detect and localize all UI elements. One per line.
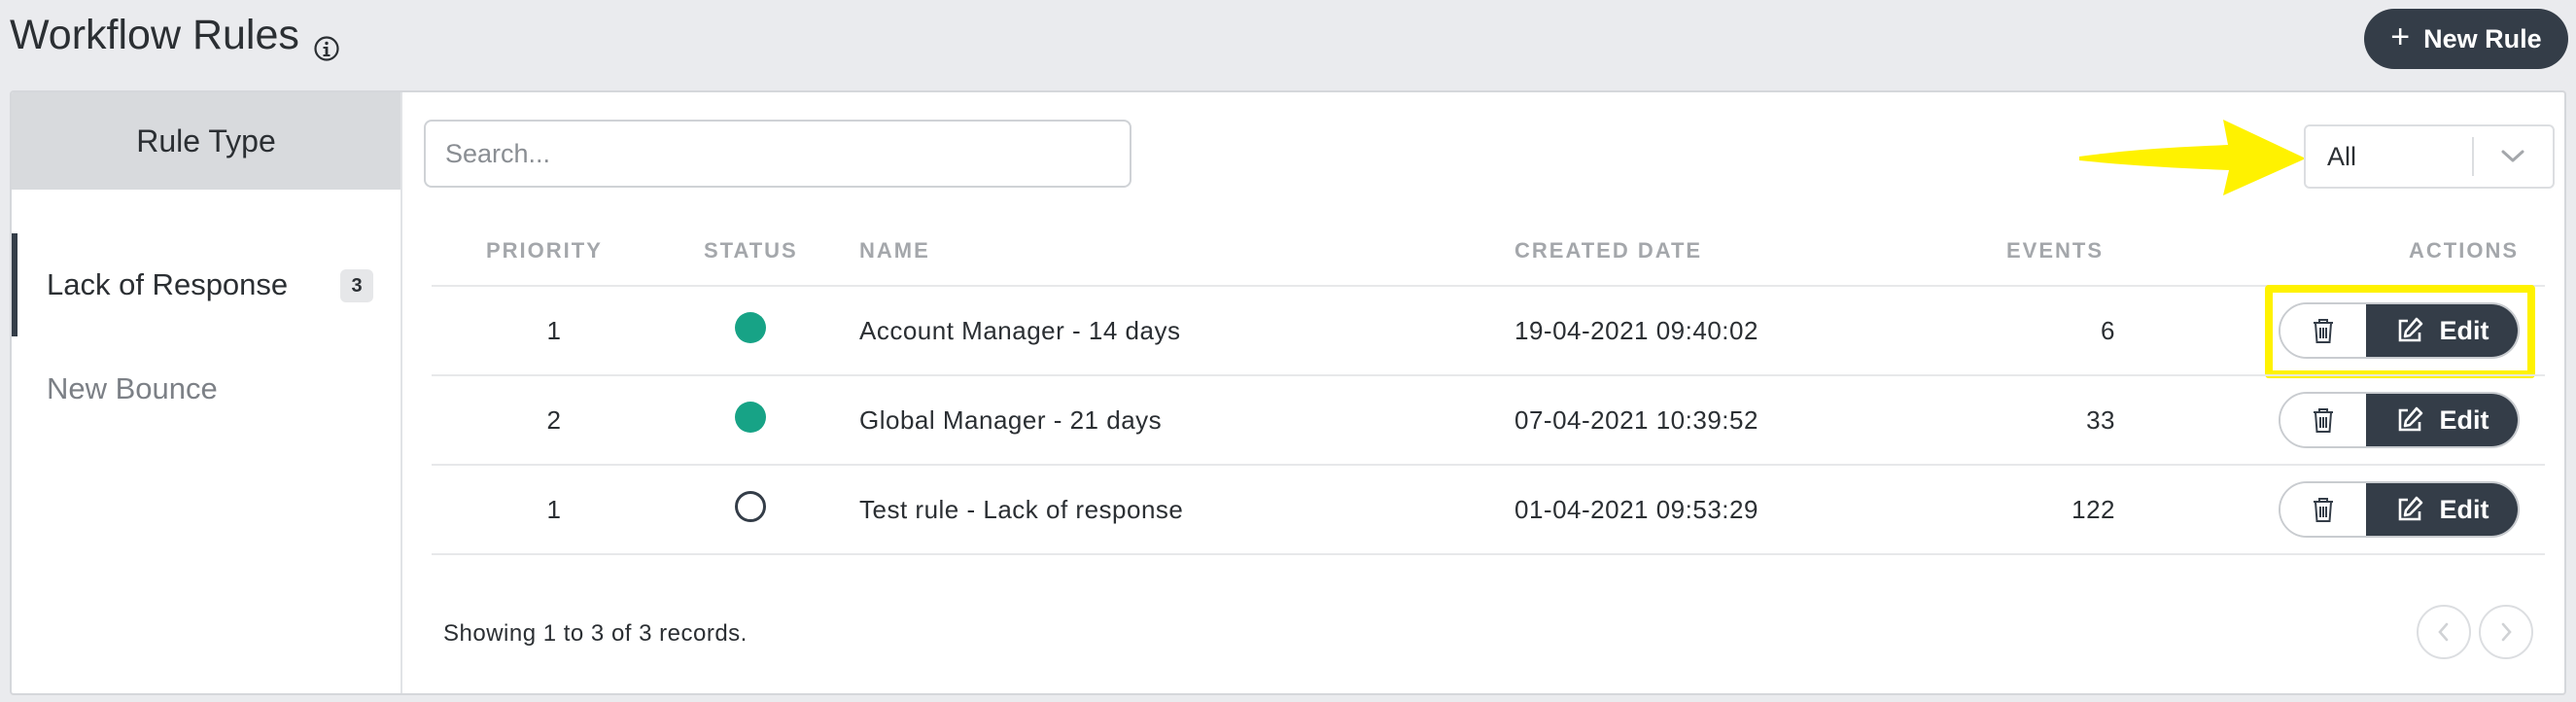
edit-label: Edit xyxy=(2439,494,2489,524)
events-cell: 6 xyxy=(2101,316,2115,345)
filter-selected-value: All xyxy=(2327,141,2357,171)
edit-icon xyxy=(2398,406,2422,432)
chevron-right-icon xyxy=(2501,622,2512,642)
header-divider xyxy=(432,285,2545,287)
column-header-events[interactable]: EVENTS xyxy=(2006,238,2104,263)
count-badge: 3 xyxy=(340,269,373,302)
arrow-annotation-icon xyxy=(2079,120,2306,195)
status-active-icon xyxy=(735,312,766,343)
plus-icon: + xyxy=(2390,18,2411,55)
page-title-wrap: Workflow Rules xyxy=(10,12,340,61)
delete-button[interactable] xyxy=(2280,394,2366,446)
column-header-name[interactable]: NAME xyxy=(859,238,930,263)
rules-panel: Rule Type Lack of Response 3 New Bounce … xyxy=(10,90,2566,695)
created-date-cell: 01-04-2021 09:53:29 xyxy=(1514,495,1758,524)
sidebar-item-new-bounce[interactable]: New Bounce xyxy=(12,337,400,440)
sidebar-item-label: New Bounce xyxy=(47,371,218,405)
rule-filter-select[interactable]: All xyxy=(2304,124,2555,189)
trash-icon xyxy=(2314,498,2333,522)
priority-cell: 2 xyxy=(546,405,562,435)
events-cell: 33 xyxy=(2086,405,2115,435)
search-input[interactable] xyxy=(424,120,1131,188)
created-date-cell: 19-04-2021 09:40:02 xyxy=(1514,316,1758,345)
column-header-status[interactable]: STATUS xyxy=(704,238,798,263)
records-summary: Showing 1 to 3 of 3 records. xyxy=(443,620,748,647)
edit-button[interactable]: Edit xyxy=(2366,483,2518,536)
page-title: Workflow Rules xyxy=(10,12,299,58)
info-icon[interactable] xyxy=(313,25,340,61)
row-divider xyxy=(432,464,2545,466)
name-cell: Account Manager - 14 days xyxy=(859,316,1181,345)
sidebar-item-lack-of-response[interactable]: Lack of Response 3 xyxy=(12,233,400,336)
column-header-priority[interactable]: PRIORITY xyxy=(486,238,603,263)
chevron-down-icon[interactable] xyxy=(2474,149,2553,164)
highlight-annotation xyxy=(2265,285,2535,378)
created-date-cell: 07-04-2021 10:39:52 xyxy=(1514,405,1758,435)
new-rule-button[interactable]: + New Rule xyxy=(2364,9,2568,69)
previous-page-button[interactable] xyxy=(2417,605,2471,659)
sidebar-header: Rule Type xyxy=(12,92,400,190)
next-page-button[interactable] xyxy=(2479,605,2533,659)
status-inactive-icon xyxy=(735,491,766,522)
name-cell: Test rule - Lack of response xyxy=(859,495,1184,524)
row-divider xyxy=(432,553,2545,555)
priority-cell: 1 xyxy=(546,316,562,345)
priority-cell: 1 xyxy=(546,495,562,524)
edit-label: Edit xyxy=(2439,404,2489,435)
status-active-icon xyxy=(735,402,766,433)
chevron-left-icon xyxy=(2438,622,2449,642)
events-cell: 122 xyxy=(2071,495,2115,524)
sidebar-item-label: Lack of Response xyxy=(47,267,289,301)
rule-type-sidebar: Rule Type Lack of Response 3 New Bounce xyxy=(12,92,402,693)
delete-button[interactable] xyxy=(2280,483,2366,536)
new-rule-label: New Rule xyxy=(2423,23,2542,53)
edit-icon xyxy=(2398,496,2422,521)
row-actions: Edit xyxy=(2279,392,2520,448)
row-actions: Edit xyxy=(2279,481,2520,538)
column-header-actions: ACTIONS xyxy=(2409,238,2519,263)
trash-icon xyxy=(2314,408,2333,433)
edit-button[interactable]: Edit xyxy=(2366,394,2518,446)
name-cell: Global Manager - 21 days xyxy=(859,405,1163,435)
column-header-created-date[interactable]: CREATED DATE xyxy=(1514,238,1702,263)
row-divider xyxy=(432,374,2545,376)
